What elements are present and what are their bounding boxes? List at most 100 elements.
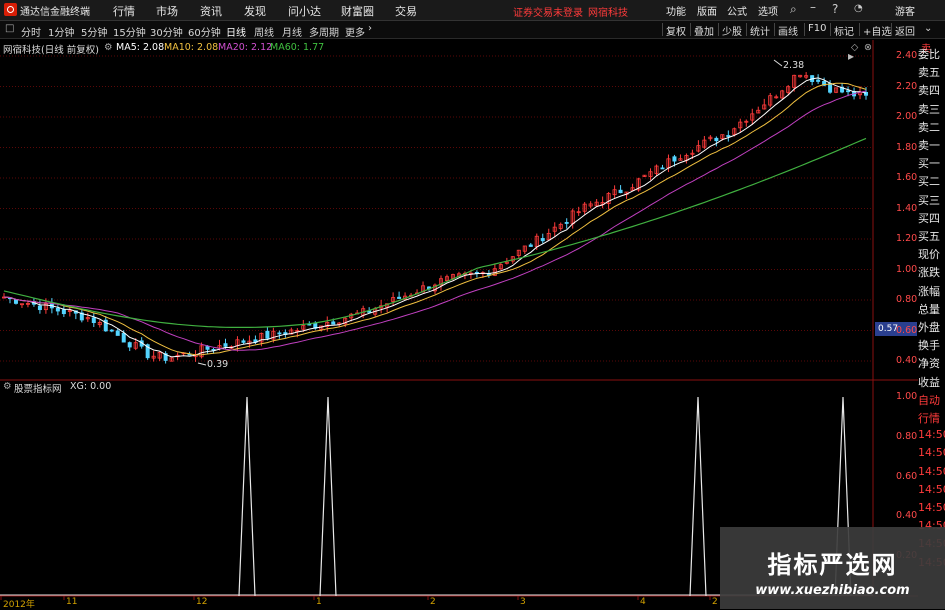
side-panel-item[interactable]: 现价	[918, 246, 945, 262]
btn-stats[interactable]: 统计	[746, 23, 770, 38]
moving-average-lines	[3, 59, 867, 366]
period-daily[interactable]: 日线	[226, 24, 246, 39]
expand-icon[interactable]: ▸	[848, 49, 854, 63]
sub-tick-label: 1.00	[896, 391, 918, 402]
main-legend-name: 网宿科技(日线 前复权)	[3, 45, 99, 56]
side-panel-item[interactable]: 涨跌	[918, 264, 945, 280]
candle-body	[127, 342, 132, 348]
price-tick-label: 2.20	[896, 80, 918, 92]
side-panel-item[interactable]: 外盘	[918, 319, 945, 335]
period-5min[interactable]: 5分钟	[81, 24, 107, 39]
side-panel-item[interactable]: 净资	[918, 355, 945, 371]
side-panel-item[interactable]: 总量	[918, 301, 945, 317]
btn-overlay[interactable]: 叠加	[690, 23, 714, 38]
low-marker-arrow	[197, 362, 207, 366]
date-label: 2	[712, 597, 718, 607]
ma10-line	[3, 82, 867, 356]
high-marker-arrow	[773, 59, 783, 67]
chevron-down-icon[interactable]: ⌄	[924, 23, 932, 34]
btn-less-stock[interactable]: 少股	[718, 23, 742, 38]
menu-wealth[interactable]: 财富圈	[341, 3, 374, 19]
toggle-panel-icon[interactable]: □	[5, 23, 14, 34]
menu-quotes[interactable]: 行情	[113, 3, 135, 19]
candle-body	[331, 321, 336, 325]
period-intraday[interactable]: 分时	[21, 24, 41, 39]
side-panel-item[interactable]: 14:50	[918, 428, 945, 441]
menu-xiaoda[interactable]: 问小达	[288, 3, 321, 19]
price-tick-label: 1.40	[896, 202, 918, 214]
side-panel-item[interactable]: 买五	[918, 228, 945, 244]
btn-back[interactable]: 返回	[891, 23, 915, 38]
candle-body	[714, 137, 719, 142]
period-more[interactable]: 更多	[345, 24, 365, 39]
btn-mark[interactable]: 标记	[830, 23, 854, 38]
side-panel-item[interactable]: 行情	[918, 410, 945, 426]
sub-legend-name: 股票指标网	[14, 384, 62, 395]
menu-formula[interactable]: 公式	[727, 3, 747, 18]
period-60min[interactable]: 60分钟	[188, 24, 221, 39]
legend-settings-icon[interactable]: ⚙	[104, 42, 113, 53]
menu-discover[interactable]: 发现	[244, 3, 266, 19]
side-panel-item[interactable]: 卖五	[918, 64, 945, 80]
menu-news[interactable]: 资讯	[200, 3, 222, 19]
side-panel-item[interactable]: 自动	[918, 392, 945, 408]
candle-body	[13, 299, 18, 304]
candlesticks	[2, 72, 869, 364]
price-tick-label: 0.80	[896, 294, 918, 305]
side-panel-item[interactable]: 卖一	[918, 137, 945, 153]
candle-body	[241, 340, 246, 343]
side-panel-item[interactable]: 14:50	[918, 465, 945, 478]
side-panel-item[interactable]: 买二	[918, 173, 945, 189]
date-label: 12	[196, 597, 208, 607]
period-monthly[interactable]: 月线	[282, 24, 302, 39]
btn-add-watchlist[interactable]: +自选	[859, 23, 891, 38]
menu-layout[interactable]: 版面	[697, 3, 717, 18]
candle-body	[846, 90, 851, 93]
user-icon[interactable]: ◔	[854, 3, 863, 14]
side-panel-item[interactable]: 委比	[918, 46, 945, 62]
menu-market[interactable]: 市场	[156, 3, 178, 19]
side-panel-item[interactable]: 14:50	[918, 483, 945, 496]
candle-body	[37, 305, 42, 311]
side-panel-item[interactable]: 换手	[918, 337, 945, 353]
price-tick-label: 2.00	[896, 111, 918, 122]
side-panel-item[interactable]: 涨幅	[918, 283, 945, 299]
side-panel-item[interactable]: 买四	[918, 210, 945, 226]
chevron-right-icon[interactable]: ›	[368, 23, 372, 34]
sub-settings-icon[interactable]: ⚙	[3, 381, 12, 392]
guest-label[interactable]: 游客	[895, 3, 915, 18]
side-panel-item[interactable]: 买一	[918, 155, 945, 171]
period-weekly[interactable]: 周线	[254, 24, 274, 39]
close-icon[interactable]: ⊗	[864, 42, 872, 53]
kline-chart[interactable]	[0, 40, 945, 609]
btn-draw[interactable]: 画线	[774, 23, 798, 38]
low-price-label: 0.39	[207, 359, 229, 370]
menu-options[interactable]: 选项	[758, 3, 778, 18]
btn-f10[interactable]: F10	[804, 23, 826, 36]
side-panel-item[interactable]: 卖三	[918, 101, 945, 117]
ma20-line	[3, 90, 867, 351]
period-toolbar: □ 分时 1分钟 5分钟 15分钟 30分钟 60分钟 日线 周线 月线 多周期…	[0, 21, 945, 39]
side-panel-item[interactable]: 14:50	[918, 501, 945, 514]
period-30min[interactable]: 30分钟	[150, 24, 183, 39]
period-1min[interactable]: 1分钟	[48, 24, 74, 39]
btn-adjust[interactable]: 复权	[662, 23, 686, 38]
menu-function[interactable]: 功能	[666, 3, 686, 18]
login-notice[interactable]: 证券交易未登录	[513, 4, 583, 19]
candle-body	[726, 135, 731, 137]
watermark-url: www.xuezhibiao.com	[755, 583, 910, 598]
period-multi[interactable]: 多周期	[309, 24, 339, 39]
help-icon[interactable]: ?	[832, 2, 838, 16]
side-panel-item[interactable]: 14:50	[918, 446, 945, 459]
legend-ma60: MA60: 1.77	[270, 42, 325, 53]
search-icon[interactable]: ⌕	[790, 2, 797, 17]
side-panel-item[interactable]: 卖二	[918, 119, 945, 135]
sub-tick-label: 0.40	[896, 510, 918, 522]
minimize-icon[interactable]: –	[810, 0, 816, 14]
side-panel-item[interactable]: 买三	[918, 192, 945, 208]
side-panel-item[interactable]: 收益	[918, 374, 945, 390]
period-15min[interactable]: 15分钟	[113, 24, 146, 39]
side-panel-item[interactable]: 卖四	[918, 82, 945, 98]
candle-body	[109, 329, 114, 332]
menu-trade[interactable]: 交易	[395, 3, 417, 19]
